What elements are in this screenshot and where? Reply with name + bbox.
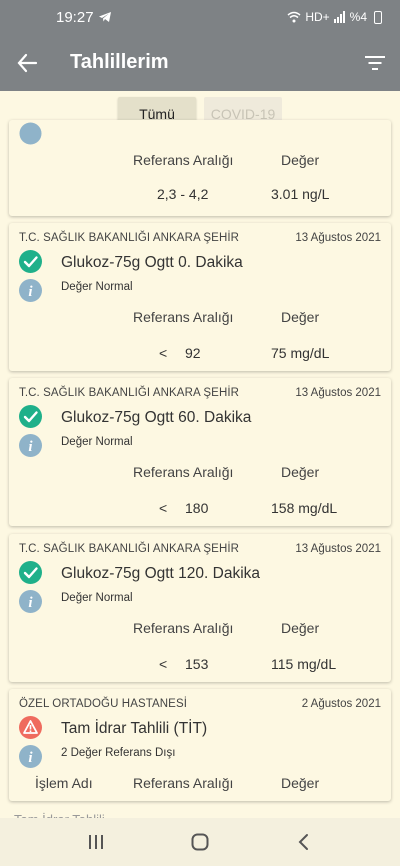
back-nav-icon[interactable] xyxy=(296,833,310,851)
value-header: Değer xyxy=(281,464,320,480)
info-icon[interactable]: i xyxy=(19,745,42,768)
ref-operator: < xyxy=(159,345,168,361)
result-value: 75 mg/dL xyxy=(271,345,330,361)
value-header: Değer xyxy=(281,775,320,791)
ref-range-header: Referans Aralığı xyxy=(133,152,234,168)
result-card[interactable]: T.C. SAĞLIK BAKANLIĞI ANKARA ŞEHİR 13 Ağ… xyxy=(9,534,391,682)
result-card[interactable]: T.C. SAĞLIK BAKANLIĞI ANKARA ŞEHİR 13 Ağ… xyxy=(9,378,391,526)
signal-icon xyxy=(333,11,345,23)
battery-label: %4 xyxy=(349,10,367,24)
result-card[interactable]: T.C. SAĞLIK BAKANLIĞI ANKARA ŞEHİR 13 Ağ… xyxy=(9,223,391,371)
value-header: Değer xyxy=(281,620,320,636)
status-right: HD+ %4 xyxy=(287,10,382,24)
test-name: Glukoz-75g Ogtt 0. Dakika xyxy=(61,254,243,271)
hospital-name: T.C. SAĞLIK BAKANLIĞI ANKARA ŞEHİR xyxy=(19,387,240,399)
hospital-name: ÖZEL ORTADOĞU HASTANESİ xyxy=(19,698,188,710)
check-circle-icon xyxy=(19,561,42,584)
operation-name-header: İşlem Adı xyxy=(35,775,93,791)
recent-apps-icon[interactable] xyxy=(88,834,104,850)
ref-limit: 92 xyxy=(185,345,201,361)
ref-range-header: Referans Aralığı xyxy=(133,309,234,325)
check-circle-icon xyxy=(19,405,42,428)
warning-icon xyxy=(19,716,42,739)
test-name: Glukoz-75g Ogtt 120. Dakika xyxy=(61,565,261,582)
info-icon[interactable]: i xyxy=(19,590,42,613)
result-value: 115 mg/dL xyxy=(271,656,337,672)
hospital-name: T.C. SAĞLIK BAKANLIĞI ANKARA ŞEHİR xyxy=(19,543,240,555)
info-icon[interactable]: i xyxy=(19,434,42,457)
result-note: Değer Normal xyxy=(61,436,133,448)
info-icon[interactable] xyxy=(19,122,42,145)
status-time: 19:27 xyxy=(56,9,94,26)
wifi-icon xyxy=(287,11,301,23)
status-bar: 19:27 HD+ %4 xyxy=(0,0,400,36)
app-bar: Tahlillerim xyxy=(0,36,400,91)
test-name: Tam İdrar Tahlili (TİT) xyxy=(61,720,208,737)
result-date: 13 Ağustos 2021 xyxy=(295,387,381,399)
test-name: Glukoz-75g Ogtt 60. Dakika xyxy=(61,409,252,426)
result-value: 158 mg/dL xyxy=(271,500,338,516)
check-circle-icon xyxy=(19,250,42,273)
info-icon[interactable]: i xyxy=(19,279,42,302)
ref-range-header: Referans Aralığı xyxy=(133,620,234,636)
result-card-partial[interactable]: Referans Aralığı Değer 2,3 - 4,2 3.01 ng… xyxy=(9,120,391,216)
value-header: Değer xyxy=(281,309,320,325)
result-note: 2 Değer Referans Dışı xyxy=(61,747,176,759)
ref-operator: < xyxy=(159,500,168,516)
hospital-name: T.C. SAĞLIK BAKANLIĞI ANKARA ŞEHİR xyxy=(19,232,240,244)
result-value: 3.01 ng/L xyxy=(271,186,330,202)
network-label: HD+ xyxy=(305,10,330,24)
result-note: Değer Normal xyxy=(61,592,133,604)
result-date: 2 Ağustos 2021 xyxy=(301,698,381,710)
ref-limit: 180 xyxy=(185,500,209,516)
ref-limit: 153 xyxy=(185,656,209,672)
result-card-warning[interactable]: ÖZEL ORTADOĞU HASTANESİ 2 Ağustos 2021 T… xyxy=(9,689,391,801)
result-date: 13 Ağustos 2021 xyxy=(295,543,381,555)
system-nav-bar xyxy=(0,818,400,866)
value-header: Değer xyxy=(281,152,320,168)
ref-range: 2,3 - 4,2 xyxy=(157,186,209,202)
ref-operator: < xyxy=(159,656,168,672)
ref-range-header: Referans Aralığı xyxy=(133,775,234,791)
page-title: Tahlillerim xyxy=(70,51,169,73)
ref-range-header: Referans Aralığı xyxy=(133,464,234,480)
back-arrow-icon[interactable] xyxy=(16,52,38,74)
battery-icon xyxy=(374,10,382,24)
result-note: Değer Normal xyxy=(61,281,133,293)
result-date: 13 Ağustos 2021 xyxy=(295,232,381,244)
filter-icon[interactable] xyxy=(364,53,386,73)
home-icon[interactable] xyxy=(191,833,209,851)
telegram-icon xyxy=(99,12,111,22)
